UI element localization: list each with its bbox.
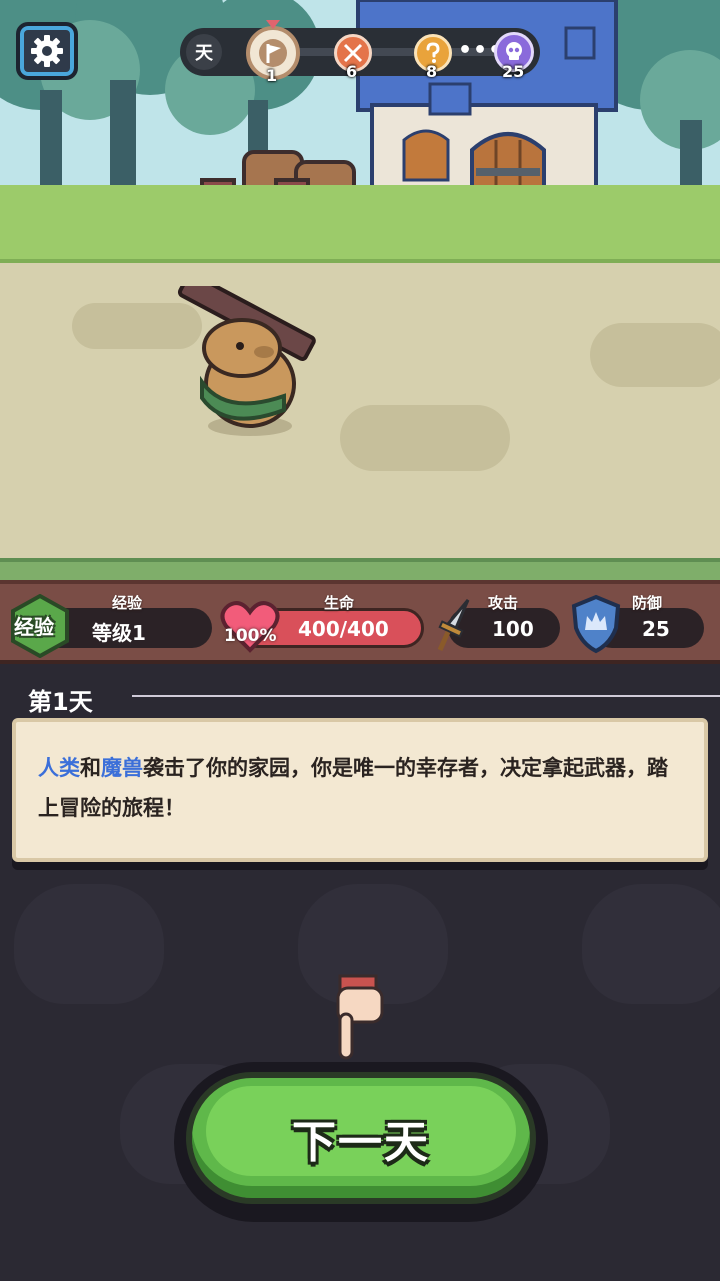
exp-title: 经验 [112,594,143,612]
story-highlight-beasts: 魔兽 [101,756,143,780]
progress-node-label: 1 [266,66,278,85]
exp-badge-label: 经验 [14,615,54,639]
health-value: 400/400 [298,617,389,641]
health-percent: 100% [224,626,277,646]
defense-title: 防御 [632,594,663,612]
progress-node-label: 25 [502,62,525,81]
next-day-button[interactable]: 下一天 [186,1072,536,1204]
flag-icon [259,39,287,67]
gear-icon [31,35,63,67]
sword-icon [437,599,470,652]
story-highlight-humans: 人类 [38,756,80,780]
day-title: 第1天 [28,688,93,716]
story-text: 人类和魔兽袭击了你的家园，你是唯一的幸存者，决定拿起武器，踏上冒险的旅程！ [38,748,688,828]
story-text-segment: 和 [80,756,101,780]
settings-button[interactable] [16,22,78,80]
shield-icon [571,594,621,654]
attack-title: 攻击 [488,594,519,612]
skull-icon [506,42,522,60]
current-marker-icon [266,20,280,29]
day-label: 天 [186,34,222,70]
progress-node-label: 6 [346,62,358,81]
progress-node-label: 8 [426,62,438,81]
capybara-hero-sprite[interactable] [166,286,326,442]
next-day-label: 下一天 [292,1117,430,1168]
battle-ground [0,263,720,563]
attack-value: 100 [492,617,534,641]
defense-value: 25 [642,617,670,641]
game-scene: 天 1 6 8 ••• 25 [0,0,720,580]
day-title-divider [132,695,720,697]
grass-strip [0,185,720,263]
story-card: 人类和魔兽袭击了你的家园，你是唯一的幸存者，决定拿起武器，踏上冒险的旅程！ [12,718,708,862]
pointing-hand-icon [336,974,384,1060]
ground-edge [0,558,720,580]
health-title: 生命 [324,594,355,612]
level-value: 等级1 [92,621,146,645]
stats-bar: 经验 经验 等级1 100% 生命 400/400 攻击 100 防御 25 [0,580,720,664]
